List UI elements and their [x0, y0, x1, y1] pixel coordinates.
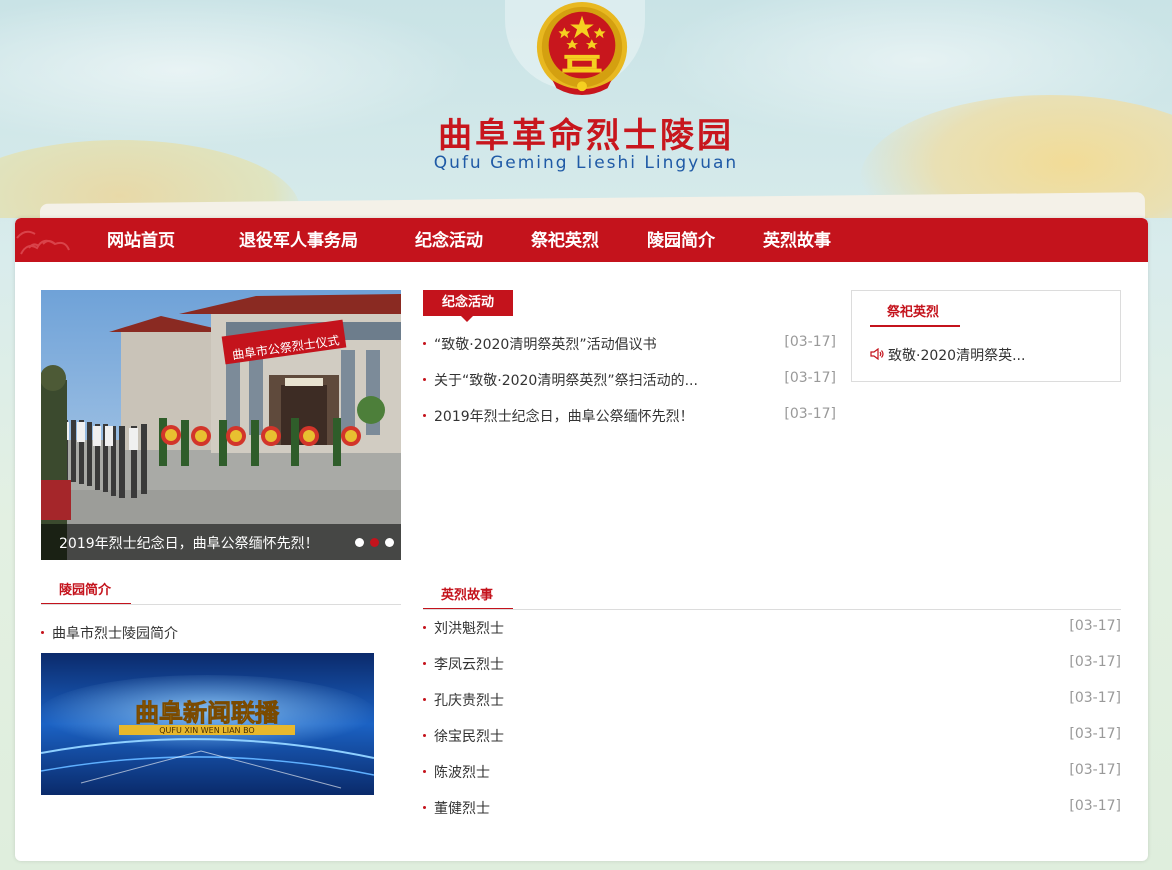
story-item[interactable]: 陈波烈士 [03-17] [423, 762, 1121, 782]
national-emblem-icon [536, 1, 628, 96]
bullet-icon [423, 806, 426, 809]
story-item-date: [03-17] [1069, 798, 1121, 814]
news-video-thumbnail[interactable]: 曲阜新闻联播 QUFU XIN WEN LIAN BO [41, 653, 374, 795]
story-item-date: [03-17] [1069, 726, 1121, 742]
slider-caption-bar: 2019年烈士纪念日，曲阜公祭缅怀先烈！ [41, 524, 401, 560]
auspicious-cloud-icon [16, 230, 70, 255]
divider [423, 609, 1121, 610]
story-item[interactable]: 刘洪魁烈士 [03-17] [423, 618, 1121, 638]
video-thumbnail-image: 曲阜新闻联播 QUFU XIN WEN LIAN BO [41, 653, 374, 795]
nav-item-memorial-activities[interactable]: 纪念活动 [415, 218, 483, 262]
story-item-title[interactable]: 孔庆贵烈士 [434, 690, 504, 710]
activity-item[interactable]: 关于“致敬·2020清明祭英烈”祭扫活动的... [03-17] [423, 370, 836, 390]
site-title: 曲阜革命烈士陵园 [438, 116, 734, 156]
bullet-icon [41, 631, 44, 634]
tab-cemetery-intro[interactable]: 陵园简介 [59, 579, 111, 598]
activity-item-date: [03-17] [784, 406, 836, 422]
story-item-title[interactable]: 徐宝民烈士 [434, 726, 504, 746]
bullet-icon [423, 342, 426, 345]
bullet-icon [423, 378, 426, 381]
site-subtitle: Qufu Geming Lieshi Lingyuan [433, 153, 739, 173]
tab-honor-martyrs[interactable]: 祭祀英烈 [887, 301, 939, 320]
story-item-date: [03-17] [1069, 690, 1121, 706]
story-item-title[interactable]: 陈波烈士 [434, 762, 490, 782]
bullet-icon [423, 698, 426, 701]
activity-item-date: [03-17] [784, 370, 836, 386]
photo-slider[interactable]: 曲阜市公祭烈士仪式 2019年烈士纪念日，曲阜公祭缅怀先烈！ [41, 290, 401, 560]
story-item[interactable]: 孔庆贵烈士 [03-17] [423, 690, 1121, 710]
story-item-title[interactable]: 董健烈士 [434, 798, 490, 818]
nav-item-cemetery-intro[interactable]: 陵园简介 [647, 218, 715, 262]
activity-item[interactable]: “致敬·2020清明祭英烈”活动倡议书 [03-17] [423, 334, 836, 354]
slider-caption[interactable]: 2019年烈士纪念日，曲阜公祭缅怀先烈！ [59, 533, 319, 553]
activity-item-date: [03-17] [784, 334, 836, 350]
bullet-icon [423, 414, 426, 417]
main-content-card: 网站首页 退役军人事务局 纪念活动 祭祀英烈 陵园简介 英烈故事 曲阜市公祭烈士… [15, 218, 1148, 861]
tab-underline [870, 325, 960, 327]
video-title: 曲阜新闻联播 [135, 699, 280, 727]
story-item-date: [03-17] [1069, 618, 1121, 634]
nav-item-home[interactable]: 网站首页 [107, 218, 175, 262]
honor-martyrs-item[interactable]: 致敬·2020清明祭英... [888, 345, 1025, 365]
story-item-title[interactable]: 李凤云烈士 [434, 654, 504, 674]
story-item-title[interactable]: 刘洪魁烈士 [434, 618, 504, 638]
bullet-icon [423, 626, 426, 629]
bullet-icon [423, 734, 426, 737]
tab-memorial-activities-label: 纪念活动 [441, 295, 494, 310]
divider [41, 604, 401, 605]
story-item[interactable]: 董健烈士 [03-17] [423, 798, 1121, 818]
nav-item-martyr-stories[interactable]: 英烈故事 [763, 218, 831, 262]
intro-item[interactable]: 曲阜市烈士陵园简介 [41, 623, 401, 643]
tab-memorial-activities[interactable]: 纪念活动 [423, 290, 513, 322]
activity-item-title[interactable]: 2019年烈士纪念日，曲阜公祭缅怀先烈！ [434, 406, 694, 426]
nav-item-honor-martyrs[interactable]: 祭祀英烈 [531, 218, 599, 262]
slider-dot-3[interactable] [385, 538, 394, 547]
bullet-icon [423, 770, 426, 773]
story-item-date: [03-17] [1069, 654, 1121, 670]
bullet-icon [423, 662, 426, 665]
story-item[interactable]: 徐宝民烈士 [03-17] [423, 726, 1121, 746]
activity-item-title[interactable]: “致敬·2020清明祭英烈”活动倡议书 [434, 334, 657, 354]
nav-item-veterans-bureau[interactable]: 退役军人事务局 [239, 218, 358, 262]
story-item[interactable]: 李凤云烈士 [03-17] [423, 654, 1121, 674]
tab-martyr-stories[interactable]: 英烈故事 [441, 584, 493, 603]
video-subtitle: QUFU XIN WEN LIAN BO [159, 726, 254, 735]
site-header: 曲阜革命烈士陵园 Qufu Geming Lieshi Lingyuan [0, 0, 1172, 218]
activity-item[interactable]: 2019年烈士纪念日，曲阜公祭缅怀先烈！ [03-17] [423, 406, 836, 426]
speaker-icon [870, 348, 884, 360]
slider-dot-1[interactable] [355, 538, 364, 547]
tab-notch [461, 316, 473, 322]
main-nav: 网站首页 退役军人事务局 纪念活动 祭祀英烈 陵园简介 英烈故事 [15, 218, 1148, 262]
activity-item-title[interactable]: 关于“致敬·2020清明祭英烈”祭扫活动的... [434, 370, 698, 390]
story-item-date: [03-17] [1069, 762, 1121, 778]
slider-photo: 曲阜市公祭烈士仪式 [41, 290, 401, 560]
slider-dot-2[interactable] [370, 538, 379, 547]
intro-item-title[interactable]: 曲阜市烈士陵园简介 [52, 623, 178, 643]
honor-martyrs-panel: 祭祀英烈 致敬·2020清明祭英... [851, 290, 1121, 382]
